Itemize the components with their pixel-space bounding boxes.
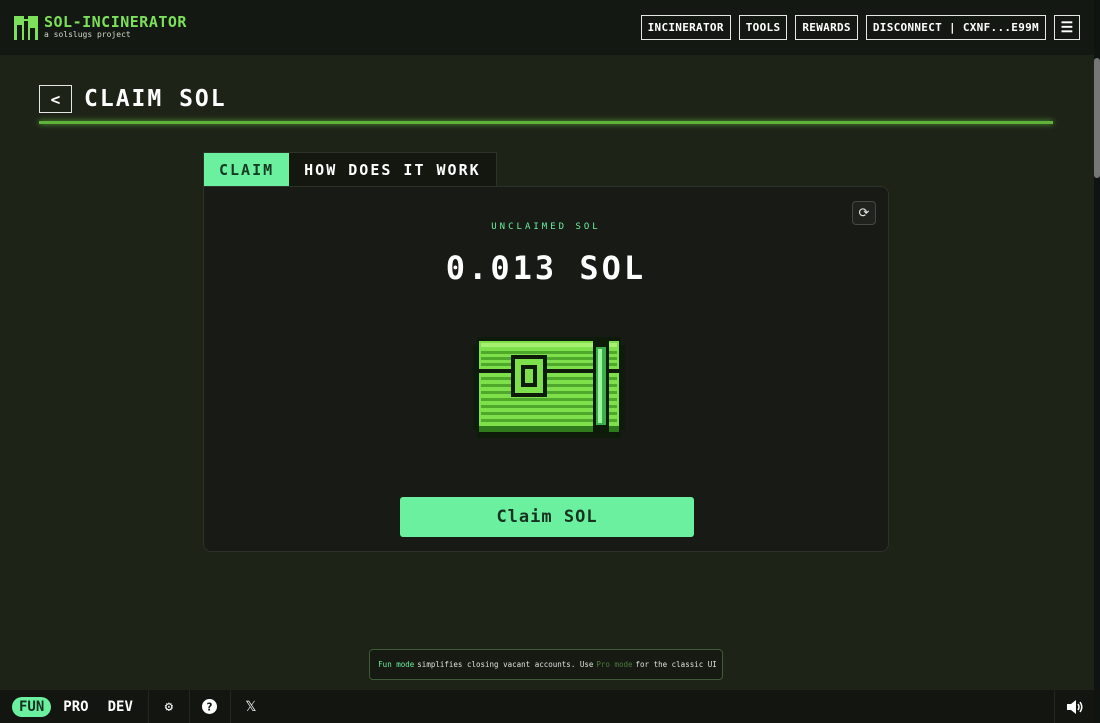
back-button[interactable]: <: [39, 85, 72, 113]
treasure-chest-icon: [473, 337, 625, 438]
help-icon: ?: [202, 699, 218, 714]
notice-text-2: for the classic UI: [635, 660, 717, 669]
notice-text-1: simplifies closing vacant accounts. Use: [417, 660, 594, 669]
bottom-bar: FUN PRO DEV ⚙ ? 𝕏: [0, 690, 1094, 723]
nav-incinerator-button[interactable]: INCINERATOR: [640, 15, 731, 40]
brand-subtitle: a solslugs project: [44, 30, 131, 39]
disconnect-wallet-button[interactable]: DISCONNECT | CXNF...E99M: [865, 15, 1046, 40]
scrollbar[interactable]: [1094, 0, 1100, 723]
mode-switcher: FUN PRO DEV ⚙ ? 𝕏: [0, 690, 271, 723]
tab-how-does-it-work[interactable]: HOW DOES IT WORK: [289, 153, 496, 186]
mode-dev-button[interactable]: DEV: [101, 697, 140, 717]
x-logo-icon: 𝕏: [245, 698, 257, 715]
top-nav: INCINERATOR TOOLS REWARDS DISCONNECT | C…: [640, 15, 1080, 40]
top-header: SOL-INCINERATOR a solslugs project INCIN…: [0, 0, 1094, 55]
sound-toggle-button[interactable]: [1054, 690, 1094, 723]
logo-icon: [14, 15, 38, 40]
help-button[interactable]: ?: [188, 690, 230, 723]
menu-button[interactable]: ☰: [1054, 15, 1080, 40]
mode-fun-button[interactable]: FUN: [12, 696, 52, 717]
nav-tools-button[interactable]: TOOLS: [738, 15, 788, 40]
brand[interactable]: SOL-INCINERATOR a solslugs project: [14, 15, 187, 40]
tab-claim[interactable]: CLAIM: [204, 153, 290, 186]
claim-sol-button[interactable]: Claim SOL: [400, 497, 694, 537]
fun-mode-text: Fun mode: [378, 660, 415, 669]
brand-title: SOL-INCINERATOR: [44, 13, 187, 31]
mode-notice: Fun mode simplifies closing vacant accou…: [369, 649, 723, 680]
title-divider: [39, 121, 1053, 124]
settings-button[interactable]: ⚙: [147, 690, 189, 723]
refresh-icon: ⟳: [858, 205, 870, 221]
unclaimed-amount: 0.013 SOL: [445, 249, 647, 287]
gear-icon: ⚙: [164, 698, 174, 715]
mode-pro-button[interactable]: PRO: [56, 697, 95, 717]
page-title: CLAIM SOL: [84, 86, 227, 112]
nav-rewards-button[interactable]: REWARDS: [795, 15, 858, 40]
menu-icon: ☰: [1060, 19, 1074, 36]
svg-text:?: ?: [207, 701, 213, 713]
speaker-icon: [1066, 699, 1082, 714]
claim-card: ⟳ UNCLAIMED SOL 0.013 SOL Claim SOL: [203, 186, 889, 552]
pro-mode-link[interactable]: Pro mode: [596, 660, 632, 669]
page-header: < CLAIM SOL: [39, 85, 227, 113]
chevron-left-icon: <: [50, 89, 61, 109]
tab-bar: CLAIM HOW DOES IT WORK: [203, 152, 497, 187]
unclaimed-label: UNCLAIMED SOL: [491, 222, 601, 232]
scrollbar-thumb[interactable]: [1094, 58, 1100, 178]
x-social-button[interactable]: 𝕏: [229, 690, 271, 723]
